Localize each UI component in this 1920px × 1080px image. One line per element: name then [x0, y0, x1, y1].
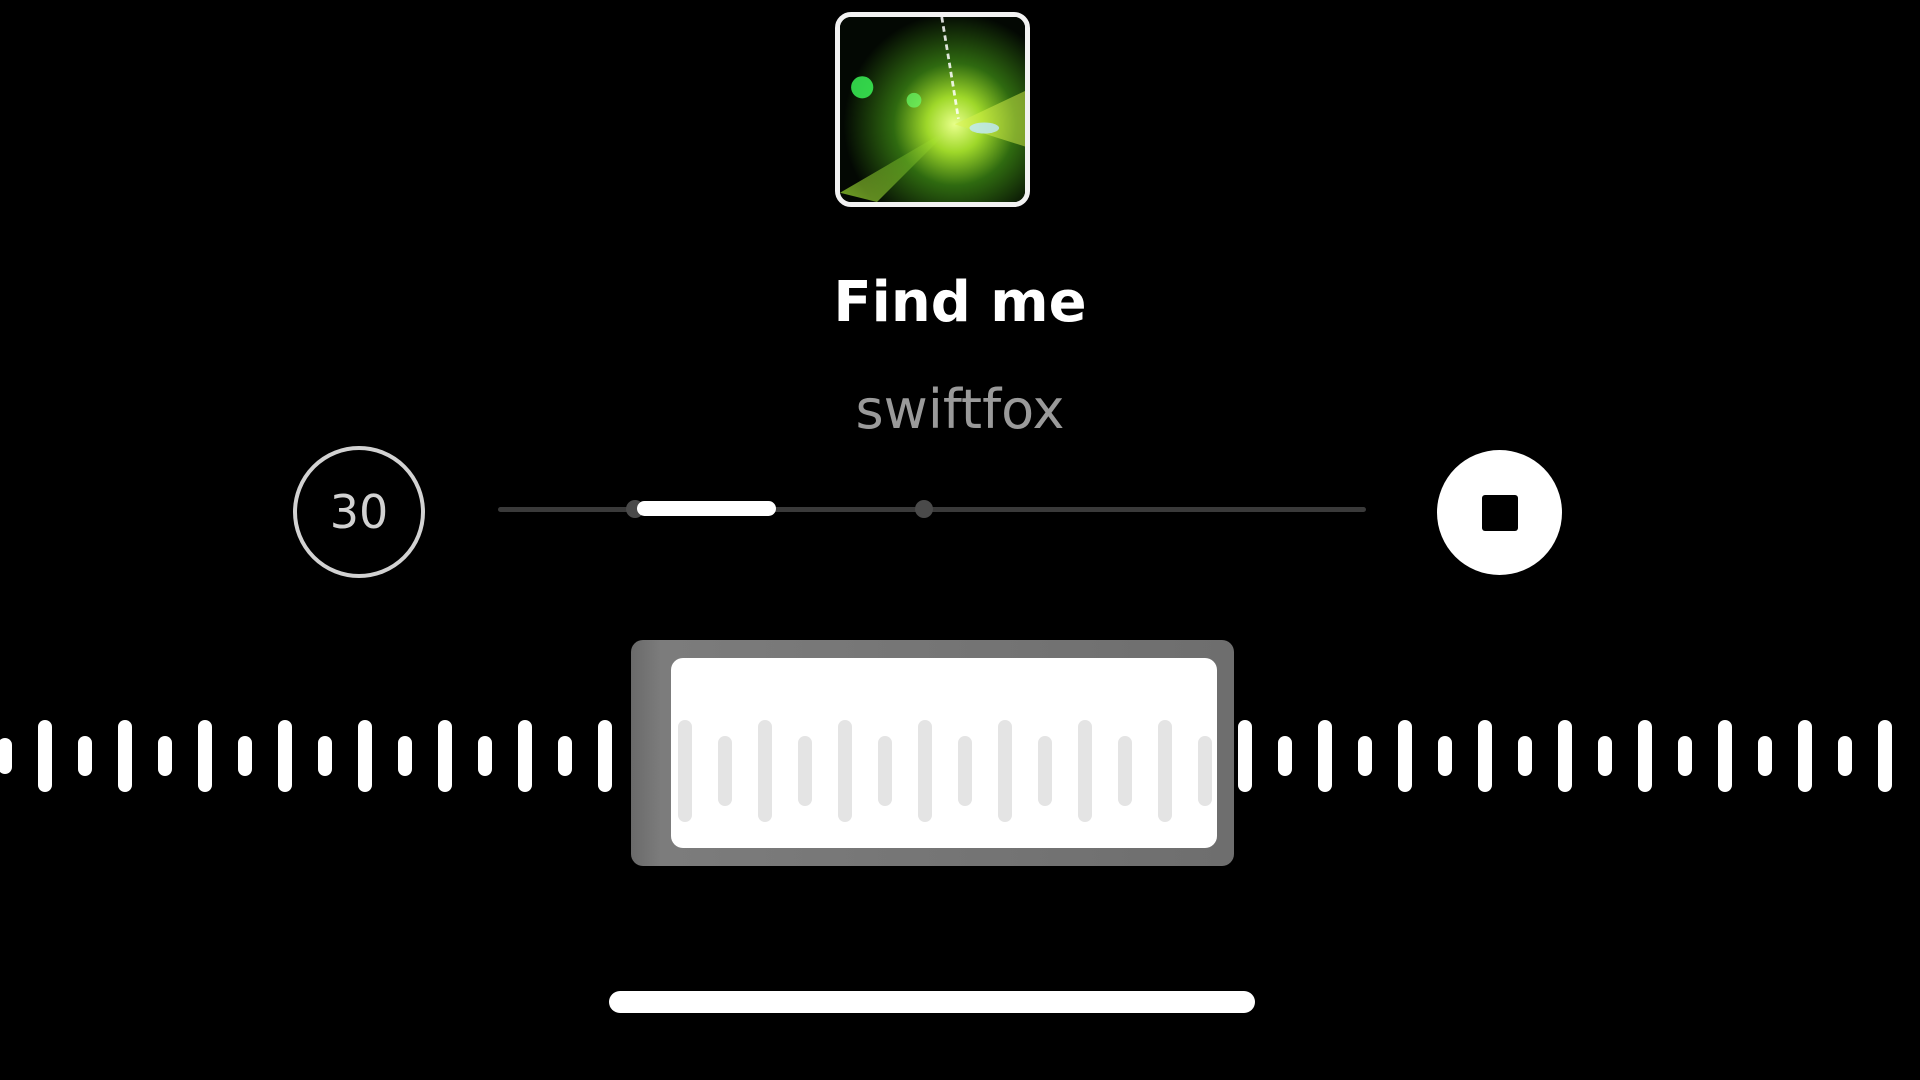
waveform-bar [318, 736, 332, 776]
waveform-bar [998, 720, 1012, 822]
waveform-bar [1038, 736, 1052, 806]
waveform-bar [38, 720, 52, 792]
waveform-bar [1798, 720, 1812, 792]
song-title: Find me [833, 270, 1087, 335]
waveform-bar [598, 720, 612, 792]
waveform-bar [678, 720, 692, 822]
home-indicator[interactable] [609, 991, 1255, 1013]
waveform-bar [878, 736, 892, 806]
waveform-bar [1518, 736, 1532, 776]
waveform-bar [1438, 736, 1452, 776]
music-trim-screen: Find me swiftfox 30 [0, 0, 1920, 1080]
stop-button[interactable] [1437, 450, 1562, 575]
waveform-bar [718, 736, 732, 806]
waveform-bar [358, 720, 372, 792]
waveform-bar [398, 736, 412, 776]
artist-name: swiftfox [855, 378, 1065, 441]
waveform-bar [78, 736, 92, 776]
scrubber-progress [636, 501, 776, 516]
waveform-bar [838, 720, 852, 822]
waveform-bar [918, 720, 932, 822]
waveform-bar [1598, 736, 1612, 776]
waveform-bar [1718, 720, 1732, 792]
waveform-bar [798, 736, 812, 806]
waveform[interactable] [0, 640, 1920, 870]
waveform-bar [278, 720, 292, 792]
waveform-bar [1398, 720, 1412, 792]
waveform-bar [1558, 720, 1572, 792]
waveform-bar [118, 720, 132, 792]
album-art-image [840, 17, 1025, 202]
waveform-bar [158, 736, 172, 776]
waveform-bar [478, 736, 492, 776]
duration-button[interactable]: 30 [293, 446, 425, 578]
trim-selection-window [671, 658, 1217, 848]
waveform-bar [198, 720, 212, 792]
waveform-bar [958, 736, 972, 806]
waveform-bar [1638, 720, 1652, 792]
waveform-bar [1758, 736, 1772, 776]
duration-label: 30 [329, 485, 389, 539]
waveform-bar [1278, 736, 1292, 776]
waveform-bar [1838, 736, 1852, 776]
waveform-bar [238, 736, 252, 776]
waveform-bar [1478, 720, 1492, 792]
waveform-bar [1118, 736, 1132, 806]
waveform-bar [1318, 720, 1332, 792]
waveform-bar [438, 720, 452, 792]
waveform-bar [558, 736, 572, 776]
waveform-bar [518, 720, 532, 792]
waveform-bar [758, 720, 772, 822]
album-art [835, 12, 1030, 207]
scrubber-track[interactable] [498, 500, 1366, 518]
waveform-bar [1678, 736, 1692, 776]
waveform-bar [1238, 720, 1252, 792]
waveform-bar [0, 738, 12, 774]
waveform-bar [1198, 736, 1212, 806]
stop-icon [1481, 494, 1518, 531]
waveform-bar [1078, 720, 1092, 822]
waveform-bar [1158, 720, 1172, 822]
waveform-bar [1878, 720, 1892, 792]
waveform-bar [1358, 736, 1372, 776]
scrubber-end-marker[interactable] [915, 500, 933, 518]
trim-selection-handle[interactable] [631, 640, 1234, 866]
